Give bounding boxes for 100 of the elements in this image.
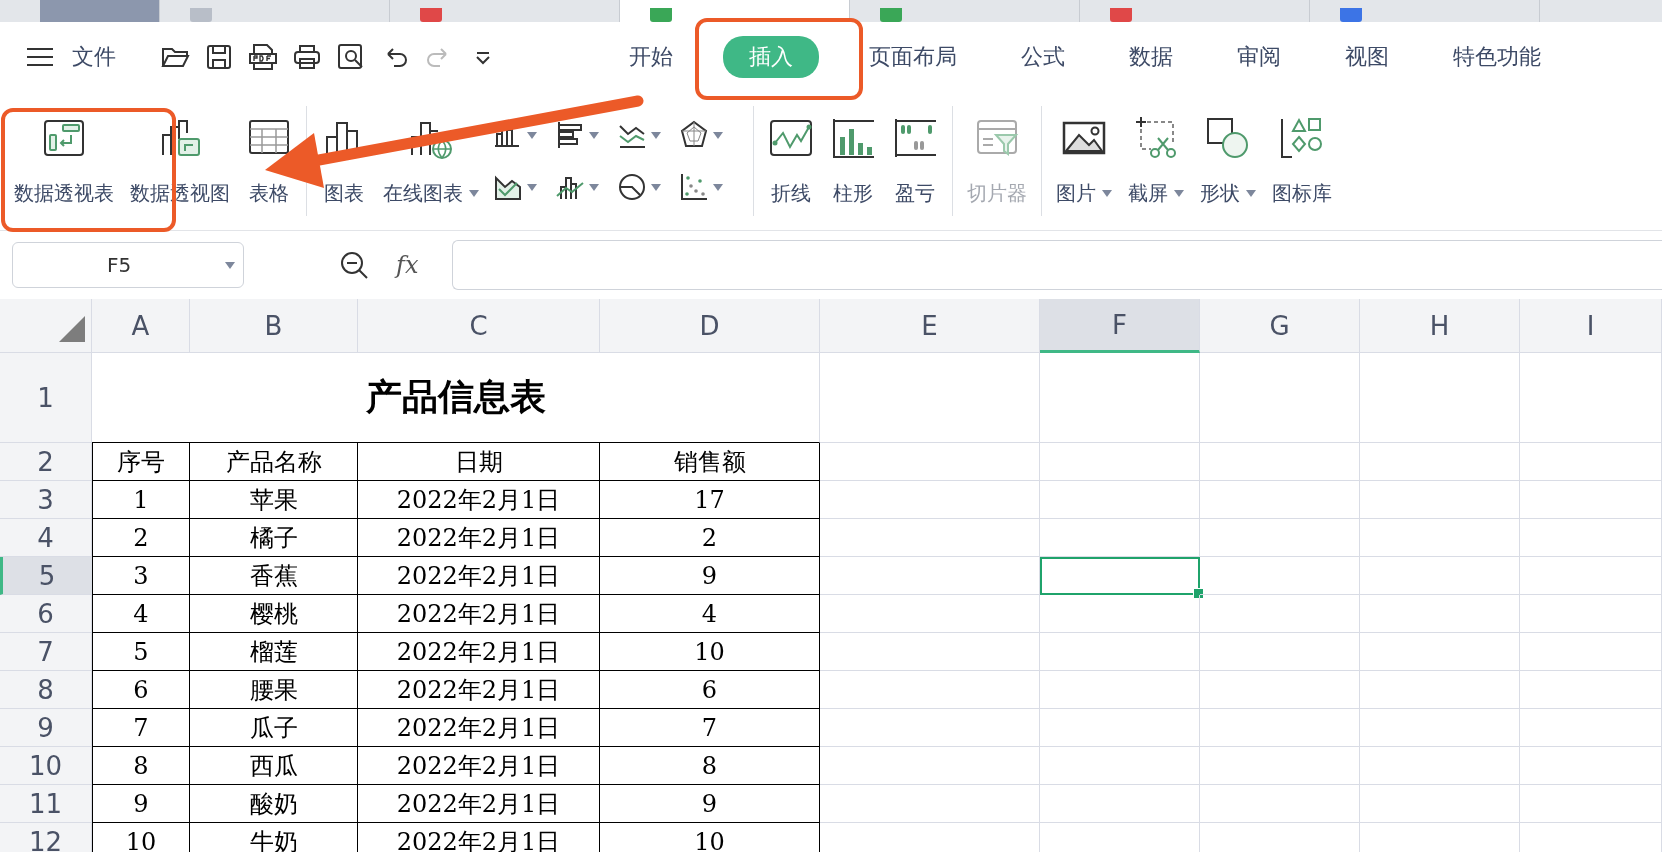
empty-cell[interactable] xyxy=(1520,785,1662,823)
save-icon[interactable] xyxy=(204,42,234,72)
caret-icon[interactable] xyxy=(527,131,537,139)
empty-cell[interactable] xyxy=(820,557,1040,595)
empty-cell[interactable] xyxy=(1360,633,1520,671)
menu-icon[interactable] xyxy=(26,47,54,67)
empty-cell[interactable] xyxy=(1040,443,1200,481)
empty-cell[interactable] xyxy=(820,519,1040,557)
column-header[interactable]: B xyxy=(190,299,358,353)
empty-cell[interactable] xyxy=(1200,481,1360,519)
empty-cell[interactable] xyxy=(1040,747,1200,785)
toolbar-button[interactable]: 柱形 xyxy=(822,111,884,211)
fill-handle[interactable] xyxy=(1193,588,1204,599)
ribbon-tab[interactable]: 特色功能 xyxy=(1439,36,1555,78)
empty-cell[interactable] xyxy=(1040,671,1200,709)
empty-cell[interactable] xyxy=(1200,709,1360,747)
toolbar-button[interactable]: 截屏 xyxy=(1120,111,1192,211)
row-header[interactable]: 2 xyxy=(0,443,92,481)
empty-cell[interactable] xyxy=(1040,519,1200,557)
empty-cell[interactable] xyxy=(1200,671,1360,709)
caret-icon[interactable] xyxy=(225,261,235,269)
empty-cell[interactable] xyxy=(1360,481,1520,519)
empty-cell[interactable] xyxy=(820,595,1040,633)
empty-cell[interactable] xyxy=(1360,595,1520,633)
empty-cell[interactable] xyxy=(1520,443,1662,481)
caret-icon[interactable] xyxy=(589,131,599,139)
column-header[interactable]: G xyxy=(1200,299,1360,353)
column-header[interactable]: E xyxy=(820,299,1040,353)
column-header[interactable]: H xyxy=(1360,299,1520,353)
caret-icon[interactable] xyxy=(1174,190,1184,197)
caret-icon[interactable] xyxy=(713,183,723,191)
horizontal-bar-icon[interactable] xyxy=(555,120,585,150)
caret-icon[interactable] xyxy=(527,183,537,191)
empty-cell[interactable] xyxy=(1200,353,1360,443)
ribbon-tab[interactable]: 视图 xyxy=(1331,36,1403,78)
select-all-icon[interactable] xyxy=(59,316,85,342)
caret-icon[interactable] xyxy=(651,183,661,191)
row-header[interactable]: 3 xyxy=(0,481,92,519)
toolbar-button[interactable]: 盈亏 xyxy=(884,111,946,211)
caret-icon[interactable] xyxy=(651,131,661,139)
empty-cell[interactable] xyxy=(1200,633,1360,671)
formula-input[interactable] xyxy=(452,240,1662,290)
name-box[interactable]: F5 xyxy=(12,242,244,288)
empty-cell[interactable] xyxy=(1200,557,1360,595)
row-header[interactable]: 5 xyxy=(0,557,92,595)
empty-cell[interactable] xyxy=(1520,595,1662,633)
empty-cell[interactable] xyxy=(1040,633,1200,671)
row-header[interactable]: 8 xyxy=(0,671,92,709)
row-header[interactable]: 11 xyxy=(0,785,92,823)
caret-icon[interactable] xyxy=(589,183,599,191)
caret-icon[interactable] xyxy=(469,190,479,197)
empty-cell[interactable] xyxy=(1040,785,1200,823)
empty-cell[interactable] xyxy=(820,443,1040,481)
scatter-chart-icon[interactable] xyxy=(679,172,709,202)
toolbar-button[interactable]: 图片 xyxy=(1048,111,1120,211)
empty-cell[interactable] xyxy=(1360,709,1520,747)
radar-chart-icon[interactable] xyxy=(679,120,709,150)
empty-cell[interactable] xyxy=(820,481,1040,519)
empty-cell[interactable] xyxy=(1200,519,1360,557)
ribbon-tab[interactable]: 公式 xyxy=(1007,36,1079,78)
row-header[interactable]: 12 xyxy=(0,823,92,852)
toolbar-button[interactable]: 在线图表 xyxy=(375,111,487,211)
empty-cell[interactable] xyxy=(1040,595,1200,633)
empty-cell[interactable] xyxy=(1520,557,1662,595)
row-header[interactable]: 6 xyxy=(0,595,92,633)
caret-icon[interactable] xyxy=(1102,190,1112,197)
column-header[interactable]: F xyxy=(1040,299,1200,353)
row-header[interactable]: 10 xyxy=(0,747,92,785)
empty-cell[interactable] xyxy=(1520,353,1662,443)
zoom-icon[interactable] xyxy=(338,249,370,281)
empty-cell[interactable] xyxy=(1520,481,1662,519)
empty-cell[interactable] xyxy=(1360,785,1520,823)
empty-cell[interactable] xyxy=(1360,557,1520,595)
row-header[interactable]: 9 xyxy=(0,709,92,747)
column-header[interactable]: I xyxy=(1520,299,1662,353)
empty-cell[interactable] xyxy=(1360,519,1520,557)
empty-cell[interactable] xyxy=(1040,481,1200,519)
empty-cell[interactable] xyxy=(1520,747,1662,785)
empty-cell[interactable] xyxy=(1520,519,1662,557)
empty-cell[interactable] xyxy=(820,353,1040,443)
empty-cell[interactable] xyxy=(820,785,1040,823)
empty-cell[interactable] xyxy=(1520,671,1662,709)
column-header[interactable]: C xyxy=(358,299,600,353)
caret-icon[interactable] xyxy=(713,131,723,139)
toolbar-button[interactable]: 折线 xyxy=(760,111,822,211)
column-header[interactable]: A xyxy=(92,299,190,353)
empty-cell[interactable] xyxy=(820,633,1040,671)
file-menu[interactable]: 文件 xyxy=(72,42,116,72)
function-button[interactable]: fx xyxy=(396,251,419,279)
ribbon-tab[interactable]: 页面布局 xyxy=(855,36,971,78)
empty-cell[interactable] xyxy=(820,747,1040,785)
empty-cell[interactable] xyxy=(1200,443,1360,481)
empty-cell[interactable] xyxy=(820,709,1040,747)
row-header[interactable]: 4 xyxy=(0,519,92,557)
empty-cell[interactable] xyxy=(1360,747,1520,785)
toolbar-button[interactable]: 图标库 xyxy=(1264,111,1340,211)
empty-cell[interactable] xyxy=(1360,353,1520,443)
printer-icon[interactable] xyxy=(292,42,322,72)
row-header[interactable]: 7 xyxy=(0,633,92,671)
ribbon-tab[interactable]: 开始 xyxy=(615,36,687,78)
